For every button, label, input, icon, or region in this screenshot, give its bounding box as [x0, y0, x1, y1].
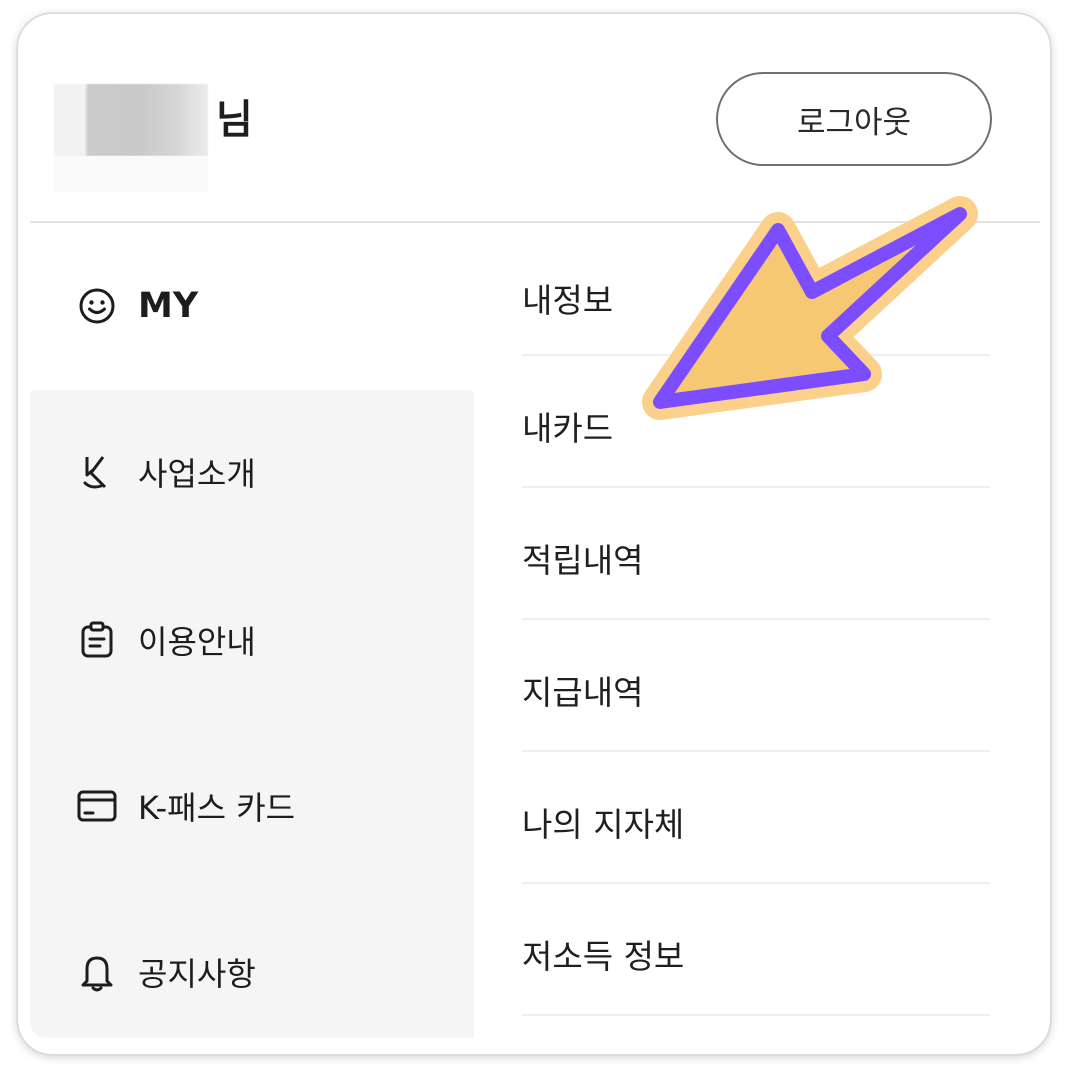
sidebar-item-label: 사업소개 — [138, 455, 256, 493]
sidebar-item-business-intro[interactable]: 사업소개 — [76, 444, 256, 500]
submenu-item-my-card[interactable]: 내카드 — [522, 356, 990, 488]
submenu-item-label: 저소득 정보 — [522, 937, 685, 976]
sidebar-item-notices[interactable]: 공지사항 — [76, 944, 256, 1000]
sidebar-item-my[interactable]: MY — [76, 278, 198, 334]
user-honorific: 님 — [216, 97, 253, 143]
user-name-redacted-shadow — [54, 156, 208, 192]
submenu-item-payment-history[interactable]: 지급내역 — [522, 620, 990, 752]
sidebar-item-label: 이용안내 — [138, 623, 256, 661]
k-logo-icon — [76, 451, 118, 493]
header-divider — [30, 221, 1040, 223]
submenu-item-label: 적립내역 — [522, 541, 644, 580]
submenu-item-label: 내정보 — [522, 281, 614, 320]
card-icon — [76, 785, 118, 827]
smiley-icon — [76, 285, 118, 327]
logout-button[interactable]: 로그아웃 — [716, 72, 992, 166]
submenu-item-label: 내카드 — [522, 409, 614, 448]
submenu-item-low-income-info[interactable]: 저소득 정보 — [522, 884, 990, 1016]
clipboard-icon — [76, 619, 118, 661]
sidebar-item-usage-guide[interactable]: 이용안내 — [76, 612, 256, 668]
submenu-item-label: 지급내역 — [522, 673, 644, 712]
submenu-item-my-municipality[interactable]: 나의 지자체 — [522, 752, 990, 884]
menu-panel: 님 로그아웃 MY 사업소개 이용안내 K-패스 카드 공지사항 내정보 내카드… — [18, 14, 1050, 1054]
submenu-item-label: 나의 지자체 — [522, 805, 685, 844]
user-name-redacted — [54, 84, 208, 156]
sidebar-item-label: MY — [138, 286, 199, 326]
bell-icon — [76, 951, 118, 993]
submenu-item-my-info[interactable]: 내정보 — [522, 224, 990, 356]
sidebar-item-kpass-card[interactable]: K-패스 카드 — [76, 778, 295, 834]
sidebar-item-label: K-패스 카드 — [138, 789, 296, 827]
sidebar-item-label: 공지사항 — [138, 955, 256, 993]
submenu-item-accrual-history[interactable]: 적립내역 — [522, 488, 990, 620]
